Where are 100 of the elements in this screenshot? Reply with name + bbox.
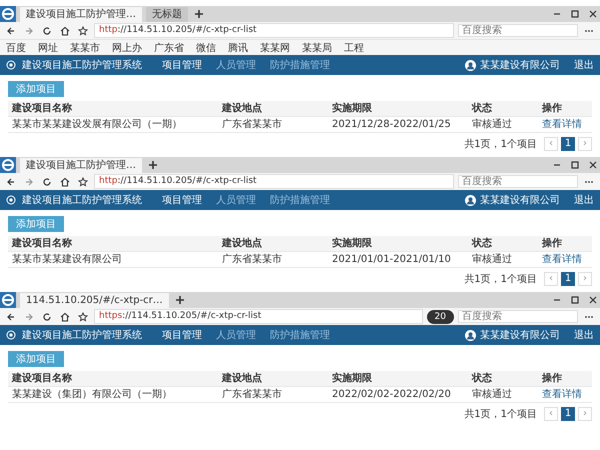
address-field[interactable]: https://114.51.10.205/#/c-xtp-cr-list: [94, 309, 423, 324]
table-cell-text: 广东省某某市: [221, 388, 283, 402]
page-summary: 共1页，1个项目: [464, 138, 537, 151]
nav-link[interactable]: 项目管理: [162, 328, 202, 342]
back-icon[interactable]: [6, 312, 16, 322]
new-tab-icon[interactable]: [194, 9, 204, 19]
star-icon[interactable]: [78, 26, 88, 36]
page-summary: 共1页，1个项目: [464, 272, 537, 286]
table-cell-text: 审核通过: [471, 388, 513, 402]
column-header: 建设项目名称: [10, 102, 73, 116]
close-icon[interactable]: [588, 295, 598, 305]
nav-link[interactable]: 人员管理: [216, 328, 256, 342]
nav-link[interactable]: 人员管理: [216, 193, 256, 207]
column-header: 状态: [470, 102, 493, 116]
home-icon[interactable]: [60, 312, 70, 322]
column-header: 实施期限: [331, 236, 373, 251]
home-icon[interactable]: [60, 26, 70, 36]
browser-tab[interactable]: 无标题: [146, 6, 188, 22]
new-tab-icon[interactable]: [174, 295, 185, 305]
user-name: 某某建设有限公司: [480, 194, 560, 207]
table-cell-text: 审核通过: [471, 118, 513, 132]
back-icon[interactable]: [6, 176, 16, 186]
column-header: 实施期限: [331, 101, 373, 116]
browser-tab[interactable]: 114.51.10.205/#/c-xtp-cr…: [20, 292, 169, 308]
table-cell-text: 某某建设（集团）有限公司（一期）: [11, 388, 173, 402]
reload-icon[interactable]: [42, 26, 52, 36]
column-header: 建设项目名称: [10, 236, 73, 251]
maximize-icon[interactable]: [570, 160, 580, 170]
forward-icon[interactable]: [24, 312, 34, 322]
address-field[interactable]: http://114.51.10.205/#/c-xtp-cr-list: [94, 174, 454, 189]
emblem-icon: [6, 60, 16, 70]
column-header: 状态: [470, 372, 493, 386]
page-button[interactable]: 1: [561, 272, 575, 286]
bookmark-link[interactable]: 某某网: [260, 40, 290, 54]
column-header: 建设项目名称: [10, 372, 73, 386]
page-summary: 共1页，1个项目: [464, 408, 537, 421]
close-icon[interactable]: [588, 160, 598, 170]
system-title: 建设项目施工防护管理系统: [22, 58, 142, 72]
column-header: 建设地点: [220, 102, 263, 116]
reload-icon[interactable]: [42, 176, 52, 186]
details-link[interactable]: 查看详情: [542, 119, 582, 130]
bookmark-link[interactable]: 广东省: [154, 40, 184, 54]
nav-link[interactable]: 防护措施管理: [270, 193, 330, 207]
star-icon[interactable]: [78, 176, 88, 186]
table-cell-text: 某某市某某建设发展有限公司（一期）: [11, 118, 183, 132]
bookmark-link[interactable]: 腾讯: [228, 40, 248, 54]
bookmark-link[interactable]: 某某市: [70, 40, 100, 54]
bookmark-link[interactable]: 百度: [6, 40, 26, 54]
logout-link[interactable]: 退出: [574, 328, 594, 342]
maximize-icon[interactable]: [570, 9, 580, 19]
star-icon[interactable]: [78, 312, 88, 322]
page-button[interactable]: 1: [561, 137, 575, 151]
new-tab-icon[interactable]: [148, 160, 158, 170]
logout-link[interactable]: 退出: [574, 193, 594, 207]
nav-link[interactable]: 项目管理: [162, 58, 202, 72]
address-field[interactable]: http://114.51.10.205/#/c-xtp-cr-list: [94, 23, 454, 38]
bookmark-link[interactable]: 工程: [344, 40, 364, 54]
details-link[interactable]: 查看详情: [542, 254, 582, 265]
home-icon[interactable]: [60, 176, 70, 186]
avatar-icon: [465, 194, 476, 206]
avatar-icon: [465, 330, 476, 340]
nav-link[interactable]: 防护措施管理: [270, 58, 330, 72]
system-title: 建设项目施工防护管理系统: [22, 194, 142, 207]
column-header: 状态: [470, 236, 493, 251]
browser-tab[interactable]: 建设项目施工防护管理…: [20, 6, 142, 22]
column-header: 建设地点: [220, 236, 263, 251]
nav-link[interactable]: 防护措施管理: [270, 328, 330, 342]
reload-icon[interactable]: [42, 312, 52, 322]
bookmark-link[interactable]: 网址: [38, 40, 58, 54]
table-cell-text: 广东省某某市: [221, 252, 283, 267]
avatar-icon: [465, 60, 476, 70]
emblem-icon: [6, 195, 16, 205]
table-cell-text: 广东省某某市: [221, 118, 283, 132]
forward-icon[interactable]: [24, 26, 34, 36]
table-cell-text: 某某市某某建设有限公司: [11, 252, 123, 267]
nav-link[interactable]: 人员管理: [216, 58, 256, 72]
table-cell-text: 2022/02/02-2022/02/20: [331, 388, 452, 402]
page-button[interactable]: 1: [561, 407, 575, 421]
system-title: 建设项目施工防护管理系统: [22, 328, 142, 342]
bookmark-link[interactable]: 微信: [196, 40, 216, 54]
logout-link[interactable]: 退出: [574, 58, 594, 72]
table-cell-text: 2021/01/01-2021/01/10: [331, 253, 452, 267]
maximize-icon[interactable]: [570, 295, 580, 305]
browser-tab[interactable]: 建设项目施工防护管理…: [20, 158, 142, 172]
user-name: 某某建设有限公司: [480, 58, 560, 72]
column-header: 实施期限: [331, 371, 373, 386]
back-icon[interactable]: [6, 26, 16, 36]
column-header: 操作: [540, 236, 563, 251]
zoom-badge: 20: [426, 310, 454, 324]
user-name: 某某建设有限公司: [480, 328, 560, 342]
close-icon[interactable]: [588, 9, 598, 19]
details-link[interactable]: 查看详情: [542, 389, 582, 400]
nav-link[interactable]: 项目管理: [162, 193, 202, 207]
bookmark-link[interactable]: 某某局: [302, 40, 332, 54]
column-header: 建设地点: [220, 372, 263, 386]
column-header: 操作: [540, 372, 563, 386]
column-header: 操作: [540, 102, 563, 116]
bookmark-link[interactable]: 网上办: [112, 40, 142, 54]
forward-icon[interactable]: [24, 176, 34, 186]
table-cell-text: 2021/12/28-2022/01/25: [331, 118, 452, 132]
